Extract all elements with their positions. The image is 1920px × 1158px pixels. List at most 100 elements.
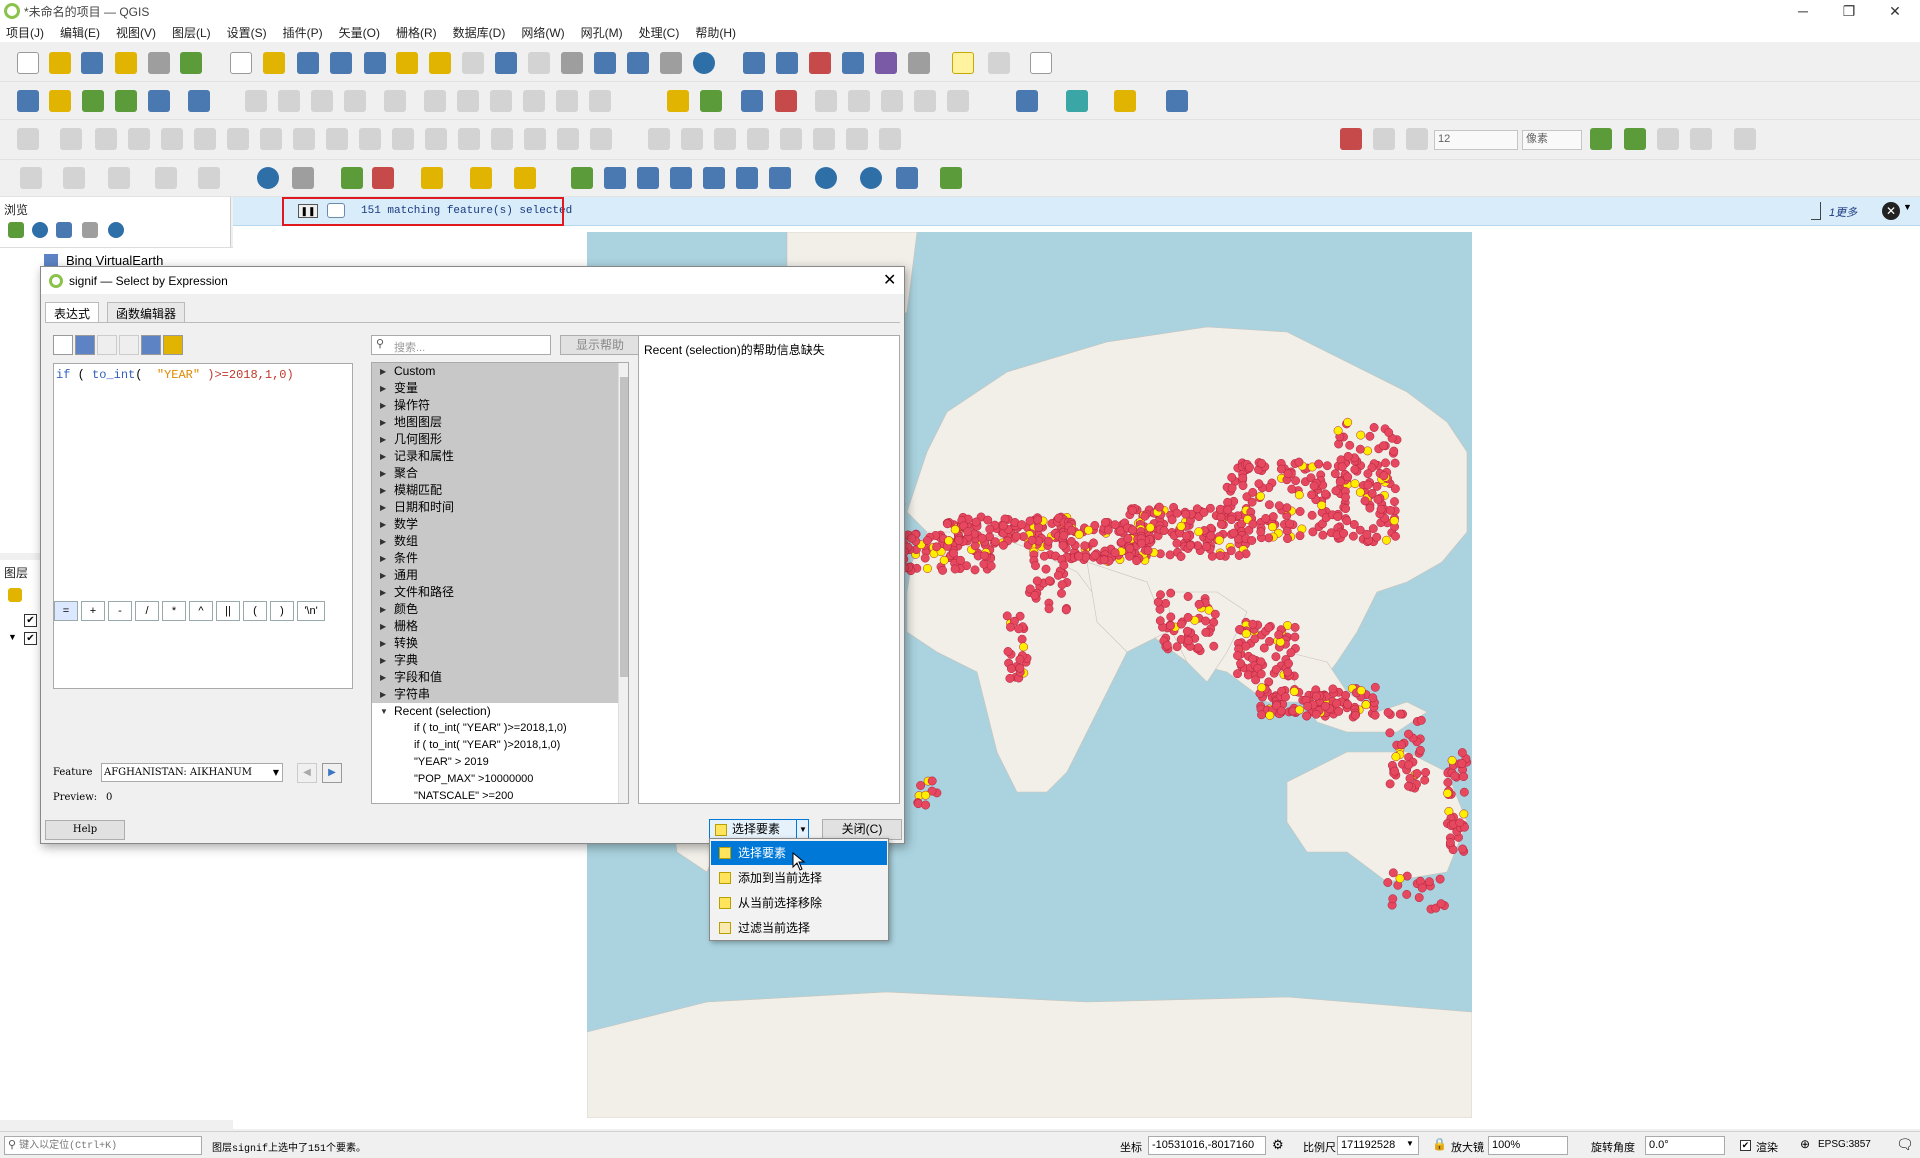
close-dialog-button[interactable]: 关闭(C) xyxy=(822,819,902,840)
snapping-magnet-icon[interactable] xyxy=(1340,128,1362,150)
new-project-icon[interactable] xyxy=(17,52,39,74)
snap-segments-icon[interactable] xyxy=(1690,128,1712,150)
zoom-to-selection-icon[interactable] xyxy=(396,52,418,74)
show-hide-labels-icon[interactable] xyxy=(815,90,837,112)
map-tips-icon[interactable] xyxy=(952,52,974,74)
recent-expression-item[interactable]: "POP_MAX" >10000000 xyxy=(372,771,628,788)
python-console-icon[interactable] xyxy=(1114,90,1136,112)
save-project-icon[interactable] xyxy=(81,52,103,74)
add-ring-icon[interactable] xyxy=(227,128,249,150)
tree-scrollbar[interactable] xyxy=(618,363,628,803)
highlight-labels-icon[interactable] xyxy=(741,90,763,112)
split-features-icon[interactable] xyxy=(458,128,480,150)
menu-vector[interactable]: 矢量(O) xyxy=(339,24,380,41)
add-selected-icon[interactable] xyxy=(8,222,24,238)
new-geopackage-icon[interactable] xyxy=(49,90,71,112)
style-layer-icon[interactable] xyxy=(8,588,22,602)
close-messages-icon[interactable]: ✕ xyxy=(1882,202,1900,220)
open-project-icon[interactable] xyxy=(49,52,71,74)
expression-editor[interactable]: if ( to_int( "YEAR" )>=2018,1,0) xyxy=(53,363,353,689)
table-tool-icon[interactable] xyxy=(637,167,659,189)
select-by-rect-icon[interactable] xyxy=(421,167,443,189)
add-virtual-layer-icon[interactable] xyxy=(188,90,210,112)
edit-expression-icon[interactable] xyxy=(97,335,117,355)
select-polygon-icon[interactable] xyxy=(63,167,85,189)
layer-expand-icon[interactable]: ▼ xyxy=(8,632,17,642)
layer-labeling-icon[interactable] xyxy=(700,90,722,112)
zoom-to-layer-icon[interactable] xyxy=(429,52,451,74)
tree-group-item[interactable]: ▶ 聚合 xyxy=(372,465,628,482)
globe-icon[interactable] xyxy=(257,167,279,189)
layer-visible-checkbox-2[interactable]: ✔ xyxy=(24,632,37,645)
menu-help[interactable]: 帮助(H) xyxy=(695,24,736,41)
line-tool-icon[interactable] xyxy=(703,167,725,189)
menu-layer[interactable]: 图层(L) xyxy=(172,24,211,41)
menu-edit[interactable]: 编辑(E) xyxy=(60,24,100,41)
recent-expression-item[interactable]: "YEAR" > 2019 xyxy=(372,754,628,771)
menu-view[interactable]: 视图(V) xyxy=(116,24,156,41)
magnifier-input[interactable]: 100% xyxy=(1488,1136,1568,1155)
fill-ring-icon[interactable] xyxy=(293,128,315,150)
tab-expression[interactable]: 表达式 xyxy=(45,302,100,322)
tree-group-item[interactable]: ▶ 字段和值 xyxy=(372,669,628,686)
add-rectangle-icon[interactable] xyxy=(128,128,150,150)
new-expression-icon[interactable] xyxy=(53,335,73,355)
operator-plus-button[interactable]: + xyxy=(81,601,105,621)
select-freehand-icon[interactable] xyxy=(108,167,130,189)
new-bookmark-icon[interactable] xyxy=(594,52,616,74)
digitize-icon[interactable] xyxy=(115,90,137,112)
trace-icon[interactable] xyxy=(780,128,802,150)
snap-advanced-icon[interactable] xyxy=(1734,128,1756,150)
info-icon[interactable] xyxy=(108,222,124,238)
offset-curve-icon[interactable] xyxy=(425,128,447,150)
cloud-icon[interactable] xyxy=(292,167,314,189)
trace-digitize-icon[interactable] xyxy=(1624,128,1646,150)
snap-intersection-icon[interactable] xyxy=(879,128,901,150)
operator-close-paren-button[interactable]: ) xyxy=(270,601,294,621)
add-circle-icon[interactable] xyxy=(60,128,82,150)
operator-open-paren-button[interactable]: ( xyxy=(243,601,267,621)
add-wms-icon[interactable] xyxy=(148,90,170,112)
text-annotation-icon[interactable] xyxy=(988,52,1010,74)
pan-to-selection-icon[interactable] xyxy=(263,52,285,74)
refresh-icon[interactable] xyxy=(693,52,715,74)
wms-globe-icon[interactable] xyxy=(896,167,918,189)
change-label-icon[interactable] xyxy=(914,90,936,112)
snapping-tolerance-input[interactable]: 12 xyxy=(1434,130,1518,150)
merge-attributes-icon[interactable] xyxy=(557,128,579,150)
delete-ring-icon[interactable] xyxy=(326,128,348,150)
lock-scale-icon[interactable]: 🔒 xyxy=(1432,1137,1447,1151)
help-icon[interactable] xyxy=(1166,90,1188,112)
add-vector-layer-icon[interactable] xyxy=(82,90,104,112)
zoom-out-icon[interactable] xyxy=(330,52,352,74)
collapse-all-icon[interactable] xyxy=(82,222,98,238)
toggle-extents-icon[interactable]: ⚙ xyxy=(1272,1137,1284,1153)
tree-group-item[interactable]: ▶ 通用 xyxy=(372,567,628,584)
feature-select[interactable]: AFGHANISTAN: AIKHANUM ▼ xyxy=(101,763,283,782)
select-by-expression-icon[interactable] xyxy=(470,167,492,189)
annotation-text-icon[interactable] xyxy=(1030,52,1052,74)
tree-group-item[interactable]: ▶ 日期和时间 xyxy=(372,499,628,516)
tree-group-item[interactable]: ▶ 操作符 xyxy=(372,397,628,414)
simplify-icon[interactable] xyxy=(194,128,216,150)
vertex-edit-icon[interactable] xyxy=(736,167,758,189)
tree-group-item[interactable]: ▶ 模糊匹配 xyxy=(372,482,628,499)
deselect-all-icon[interactable] xyxy=(514,167,536,189)
menu-item-remove-from-selection[interactable]: 从当前选择移除 xyxy=(711,891,887,915)
data-source-manager-icon[interactable] xyxy=(17,90,39,112)
menu-processing[interactable]: 处理(C) xyxy=(639,24,680,41)
close-window-button[interactable]: ✕ xyxy=(1872,0,1918,22)
copy-features-icon[interactable] xyxy=(490,90,512,112)
tree-group-item[interactable]: ▶ 记录和属性 xyxy=(372,448,628,465)
menu-mesh[interactable]: 网孔(M) xyxy=(581,24,623,41)
settings-gear-icon[interactable] xyxy=(842,52,864,74)
function-tree[interactable]: ▶ Custom ▶ 变量 ▶ 操作符 ▶ 地图图层 ▶ 几何图形 ▶ 记录和属性 ▶ 聚合 ▶ 模糊匹配 ▶ 日… xyxy=(371,362,629,804)
network-globe-icon[interactable] xyxy=(860,167,882,189)
digitize-shape-icon[interactable] xyxy=(17,128,39,150)
tree-group-item[interactable]: ▶ 数组 xyxy=(372,533,628,550)
save-expression-icon[interactable] xyxy=(75,335,95,355)
edit-attributes-icon[interactable] xyxy=(372,167,394,189)
vector-style-icon[interactable] xyxy=(940,167,962,189)
import-expression-icon[interactable] xyxy=(141,335,161,355)
style-manager-icon[interactable] xyxy=(180,52,202,74)
